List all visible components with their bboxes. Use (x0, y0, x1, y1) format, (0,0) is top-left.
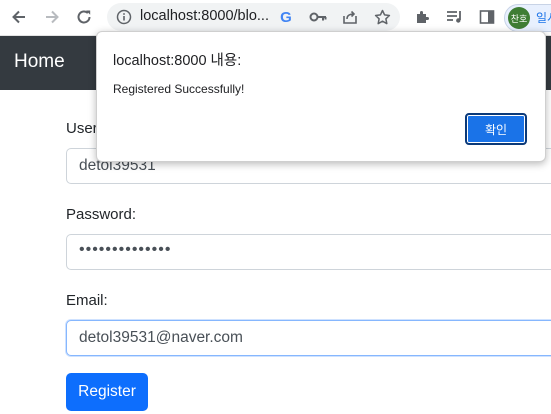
profile-button[interactable]: 찬호 일시 (504, 4, 551, 32)
profile-status-text: 일시 (536, 11, 551, 25)
back-icon[interactable] (8, 6, 30, 28)
email-input[interactable]: detol39531@naver.com (66, 320, 551, 356)
dialog-title: localhost:8000 내용: (113, 53, 242, 69)
reload-icon[interactable] (73, 6, 95, 28)
side-panel-icon[interactable] (476, 6, 498, 28)
site-info-icon[interactable] (115, 8, 133, 26)
share-icon[interactable] (341, 8, 359, 26)
address-bar[interactable]: localhost:8000/blo... G (107, 3, 400, 31)
alert-dialog: localhost:8000 내용: Registered Successful… (96, 31, 546, 162)
google-translate-icon[interactable]: G (277, 8, 295, 26)
key-icon[interactable] (309, 8, 327, 26)
avatar: 찬호 (508, 7, 530, 29)
forward-icon[interactable] (41, 6, 63, 28)
register-button[interactable]: Register (66, 373, 148, 411)
password-input[interactable]: •••••••••••••• (66, 234, 551, 270)
media-control-icon[interactable] (444, 6, 466, 28)
url-text: localhost:8000/blo... (140, 8, 269, 24)
extensions-icon[interactable] (412, 6, 434, 28)
dialog-message: Registered Successfully! (113, 82, 245, 96)
password-label: Password: (66, 206, 137, 223)
email-label: Email: (66, 292, 108, 309)
home-link[interactable]: Home (14, 51, 65, 73)
ok-button[interactable]: 확인 (465, 113, 527, 145)
bookmark-star-icon[interactable] (373, 8, 391, 26)
